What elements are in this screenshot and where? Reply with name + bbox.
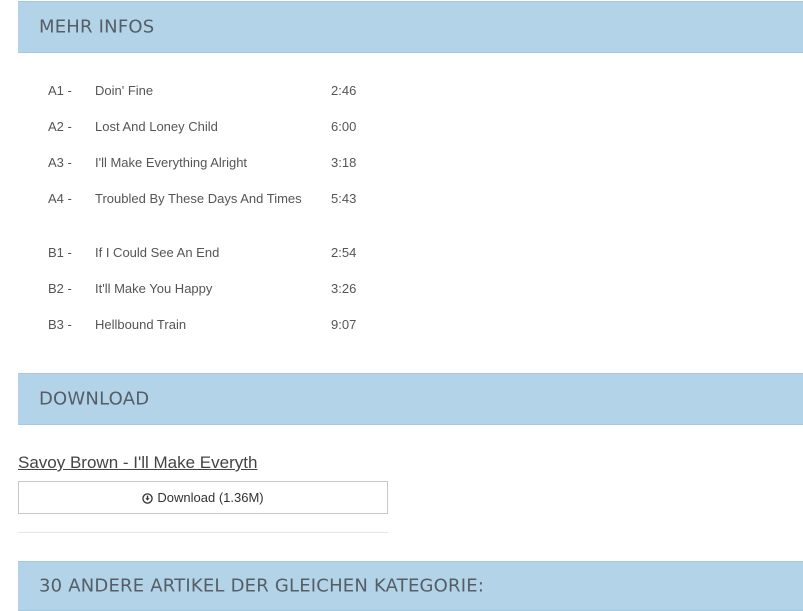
track-duration: 5:43: [331, 191, 357, 206]
track-position: B1 -: [48, 245, 72, 260]
section-header-related-articles: 30 ANDERE ARTIKEL DER GLEICHEN KATEGORIE…: [18, 561, 803, 611]
track-title: I'll Make Everything Alright: [95, 155, 248, 170]
track-title: Doin' Fine: [95, 83, 154, 98]
track-duration: 3:26: [331, 281, 357, 296]
track-duration: 9:07: [331, 317, 357, 332]
track-position: B3 -: [48, 317, 72, 332]
track-title: Lost And Loney Child: [95, 119, 218, 134]
track-position: B2 -: [48, 281, 72, 296]
track-duration: 2:54: [331, 245, 357, 260]
section-title: 30 ANDERE ARTIKEL DER GLEICHEN KATEGORIE…: [39, 575, 485, 597]
track-row: A2 - Lost And Loney Child 6:00: [0, 119, 400, 139]
track-duration: 2:46: [331, 83, 357, 98]
track-position: A3 -: [48, 155, 72, 170]
track-duration: 3:18: [331, 155, 357, 170]
download-file-link[interactable]: Savoy Brown - I'll Make Everyth: [18, 453, 257, 473]
track-title: It'll Make You Happy: [95, 281, 213, 296]
track-title: Hellbound Train: [95, 317, 187, 332]
section-header-more-info: MEHR INFOS: [18, 1, 803, 53]
track-row: B1 - If I Could See An End 2:54: [0, 245, 400, 265]
track-row: A1 - Doin' Fine 2:46: [0, 83, 400, 103]
download-button[interactable]: Download (1.36M): [18, 481, 388, 514]
track-title: If I Could See An End: [95, 245, 220, 260]
section-header-download: DOWNLOAD: [18, 373, 803, 425]
track-row: B3 - Hellbound Train 9:07: [0, 317, 400, 337]
track-row: B2 - It'll Make You Happy 3:26: [0, 281, 400, 301]
track-duration: 6:00: [331, 119, 357, 134]
track-row: A4 - Troubled By These Days And Times 5:…: [0, 191, 400, 211]
track-position: A2 -: [48, 119, 72, 134]
section-title: MEHR INFOS: [39, 16, 155, 38]
download-circle-icon: [142, 492, 154, 504]
section-title: DOWNLOAD: [39, 388, 150, 410]
divider: [18, 532, 388, 533]
track-row: A3 - I'll Make Everything Alright 3:18: [0, 155, 400, 175]
track-position: A1 -: [48, 83, 72, 98]
download-button-label: Download (1.36M): [157, 490, 264, 505]
track-position: A4 -: [48, 191, 72, 206]
track-title: Troubled By These Days And Times: [95, 191, 302, 206]
